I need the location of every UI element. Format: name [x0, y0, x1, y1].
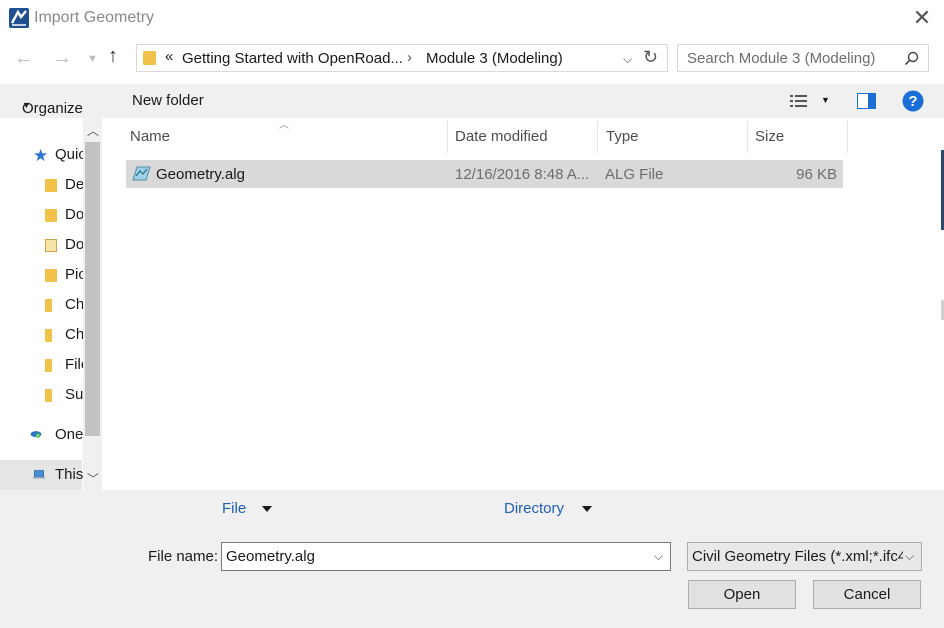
refresh-icon: ↻ [643, 47, 659, 67]
window-title: Import Geometry [34, 9, 155, 26]
column-divider[interactable] [597, 121, 598, 153]
file-name-field[interactable]: Geometry.alg ⌵ [221, 542, 671, 571]
sidebar-item-label: This [55, 466, 84, 483]
computer-icon [33, 470, 45, 479]
up-button[interactable]: ↑ [108, 45, 118, 68]
view-dropdown-icon[interactable]: ▼ [821, 95, 830, 105]
chevron-down-icon: ⌵ [903, 549, 915, 564]
new-folder-button[interactable]: New folder [132, 92, 204, 109]
table-row[interactable]: Geometry.alg 12/16/2016 8:48 A... ALG Fi… [126, 160, 843, 188]
sidebar-item-label: Ch [65, 296, 85, 313]
sidebar-item-pictures[interactable]: Pic [0, 260, 86, 290]
scrollbar-thumb[interactable] [85, 142, 100, 436]
search-icon [904, 51, 919, 66]
sidebar-item-folder-2[interactable]: Ch [0, 320, 85, 350]
sidebar-item-label: Do [65, 236, 85, 253]
column-divider[interactable] [747, 121, 748, 153]
app-logo-icon [9, 8, 29, 28]
forward-arrow-icon: → [52, 47, 72, 69]
pictures-folder-icon [45, 269, 57, 282]
sidebar-item-desktop[interactable]: De [0, 170, 85, 200]
close-button[interactable]: ✕ [910, 6, 934, 30]
file-name-input[interactable]: Geometry.alg [226, 548, 315, 565]
preview-pane-icon[interactable] [857, 93, 876, 109]
scroll-down-icon[interactable]: ﹀ [87, 470, 99, 487]
forward-button[interactable]: → [52, 47, 72, 70]
sidebar-item-label: Do [65, 206, 85, 223]
svg-text:?: ? [908, 93, 917, 110]
folder-icon [45, 299, 52, 312]
refresh-button[interactable]: ↻ [643, 47, 658, 68]
chevron-down-icon: ▼ [87, 53, 98, 65]
tab-file[interactable]: File [222, 500, 246, 517]
address-bar[interactable]: « Getting Started with OpenRoad... › Mod… [136, 44, 668, 72]
sidebar-item-label: One [55, 426, 84, 443]
column-header-type[interactable]: Type [606, 128, 639, 145]
search-box[interactable]: Search Module 3 (Modeling) [677, 44, 929, 72]
up-arrow-icon: ↑ [108, 45, 118, 67]
desktop-folder-icon [45, 179, 57, 192]
help-icon[interactable]: ? [902, 90, 924, 112]
file-name-label: File name: [148, 548, 219, 565]
column-header-size[interactable]: Size [755, 128, 784, 145]
column-divider[interactable] [447, 121, 448, 153]
organize-label: Organize [22, 100, 83, 117]
command-toolbar: Organize ▼ New folder ▼ ? [0, 84, 944, 118]
sidebar-item-documents[interactable]: Do [0, 230, 85, 260]
address-dropdown-icon[interactable]: ⌵ [623, 52, 632, 67]
back-button[interactable]: ← [14, 47, 34, 70]
file-type: ALG File [605, 166, 664, 183]
open-button[interactable]: Open [688, 580, 796, 609]
downloads-folder-icon [45, 209, 57, 222]
alg-file-icon [132, 166, 151, 181]
documents-folder-icon [45, 239, 57, 252]
file-type-value: Civil Geometry Files (*.xml;*.ifc4 [692, 548, 907, 565]
sort-ascending-icon: ︿ [279, 120, 289, 131]
close-icon: ✕ [912, 5, 932, 30]
folder-icon [45, 329, 52, 342]
chevron-down-icon: ▼ [22, 100, 31, 110]
chevron-down-icon[interactable]: ⌵ [654, 549, 663, 564]
cancel-button[interactable]: Cancel [813, 580, 921, 609]
tab-directory[interactable]: Directory [504, 500, 564, 517]
onedrive-cloud-icon [30, 431, 42, 438]
file-type-select[interactable]: Civil Geometry Files (*.xml;*.ifc4 ⌵ [687, 542, 922, 571]
sidebar-item-folder-3[interactable]: File [0, 350, 89, 380]
folder-icon [143, 51, 156, 65]
breadcrumb-parent[interactable]: Getting Started with OpenRoad... [182, 50, 403, 67]
search-input[interactable]: Search Module 3 (Modeling) [687, 50, 875, 67]
folder-icon [45, 359, 52, 372]
column-divider[interactable] [847, 121, 848, 153]
sidebar-item-folder-4[interactable]: Su [0, 380, 84, 410]
sidebar-item-folder-1[interactable]: Ch [0, 290, 85, 320]
sidebar-item-quick-access[interactable]: ★ Quic [0, 140, 86, 170]
folder-icon [45, 389, 52, 402]
sidebar-item-label: Su [65, 386, 84, 403]
back-arrow-icon: ← [14, 47, 34, 69]
breadcrumb-current[interactable]: Module 3 (Modeling) [426, 50, 563, 67]
file-date: 12/16/2016 8:48 A... [455, 166, 590, 183]
breadcrumb-separator-icon: › [407, 49, 412, 66]
sidebar-item-label: Quic [55, 146, 86, 163]
file-tab-dropdown-icon[interactable] [262, 506, 272, 512]
breadcrumb-overflow[interactable]: « [165, 48, 173, 65]
directory-tab-dropdown-icon[interactable] [582, 506, 592, 512]
column-header-name[interactable]: Name [130, 128, 170, 145]
file-name: Geometry.alg [156, 166, 245, 183]
file-size: 96 KB [796, 166, 837, 183]
sidebar-item-onedrive[interactable]: One [0, 420, 84, 450]
scroll-up-icon[interactable]: ︿ [87, 122, 99, 139]
view-options-icon[interactable] [790, 94, 809, 108]
star-icon: ★ [33, 146, 49, 165]
recent-locations-button[interactable]: ▼ [87, 53, 98, 65]
sidebar-item-this-pc[interactable]: This [0, 460, 84, 490]
sidebar-item-label: Ch [65, 326, 85, 343]
sidebar-item-downloads[interactable]: Do [0, 200, 85, 230]
sidebar-item-label: De [65, 176, 85, 193]
column-header-date[interactable]: Date modified [455, 128, 548, 145]
